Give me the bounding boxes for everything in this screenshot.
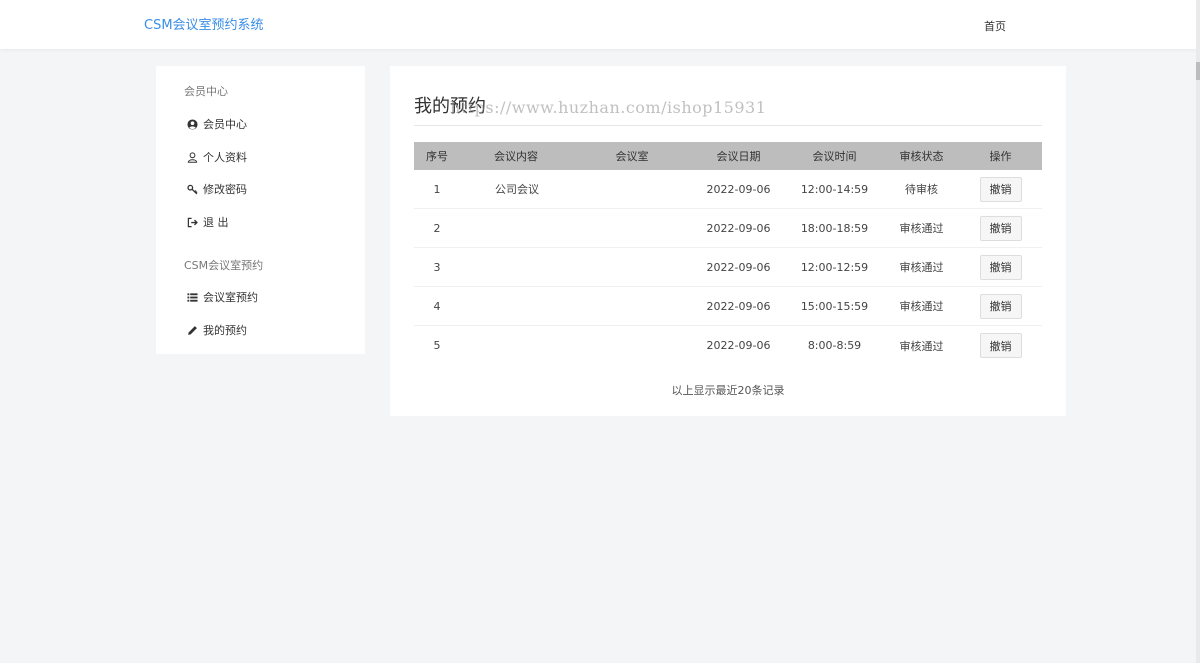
cell-time: 12:00-12:59 <box>800 260 869 274</box>
cell-action: 撤销 <box>959 333 1042 358</box>
sidebar-item-label: 修改密码 <box>203 183 247 196</box>
bookings-table: 序号 会议内容 会议室 会议日期 会议时间 审核状态 操作 1 公司会议 202… <box>414 142 1042 365</box>
column-header-time: 会议时间 <box>812 150 857 163</box>
column-header-date: 会议日期 <box>716 150 761 163</box>
cell-date: 2022-09-06 <box>706 260 771 274</box>
cell-seq: 2 <box>433 221 441 235</box>
table-row: 1 公司会议 2022-09-06 12:00-14:59 待审核 撤销 <box>414 170 1042 209</box>
sidebar-item-room-booking[interactable]: 会议室预约 <box>186 288 258 306</box>
column-header-action: 操作 <box>989 150 1012 163</box>
sidebar-group-title-member: 会员中心 <box>184 85 228 98</box>
sidebar: 会员中心 会员中心 个人资料 修改密码 退 出 CSM会议室预约 会议室预约 我… <box>156 66 365 354</box>
cancel-booking-button[interactable]: 撤销 <box>979 215 1022 241</box>
cell-action: 撤销 <box>959 176 1042 202</box>
cell-date: 2022-09-06 <box>706 299 771 313</box>
sidebar-item-my-bookings[interactable]: 我的预约 <box>186 321 247 339</box>
user-outline-icon <box>186 151 198 163</box>
main-panel: 我的预约 https://www.huzhan.com/ishop15931 序… <box>390 66 1066 416</box>
table-row: 4 2022-09-06 15:00-15:59 审核通过 撤销 <box>414 287 1042 326</box>
sidebar-item-change-password[interactable]: 修改密码 <box>186 180 247 198</box>
cell-seq: 5 <box>433 339 441 352</box>
sidebar-item-label: 我的预约 <box>203 324 247 337</box>
top-navbar: CSM会议室预约系统 首页 <box>0 0 1196 49</box>
sidebar-item-logout[interactable]: 退 出 <box>186 213 229 231</box>
table-row: 5 2022-09-06 8:00-8:59 审核通过 撤销 <box>414 326 1042 365</box>
records-footer-note: 以上显示最近20条记录 <box>671 384 785 397</box>
cell-time: 18:00-18:59 <box>800 221 869 235</box>
user-circle-icon <box>186 118 198 130</box>
cell-time: 15:00-15:59 <box>800 299 869 313</box>
key-icon <box>186 183 198 195</box>
brand-logo-link[interactable]: CSM会议室预约系统 <box>144 14 264 33</box>
cell-date: 2022-09-06 <box>706 339 771 352</box>
cell-status: 审核通过 <box>899 222 944 235</box>
table-row: 2 2022-09-06 18:00-18:59 审核通过 撤销 <box>414 209 1042 248</box>
sidebar-item-label: 会议室预约 <box>203 291 258 304</box>
page-scrollbar[interactable] <box>1196 0 1200 663</box>
nav-home-link[interactable]: 首页 <box>984 18 1006 34</box>
scrollbar-thumb[interactable] <box>1196 62 1200 80</box>
cancel-booking-button[interactable]: 撤销 <box>979 254 1022 280</box>
cancel-booking-button[interactable]: 撤销 <box>979 333 1022 358</box>
logout-icon <box>186 216 198 228</box>
cell-action: 撤销 <box>959 254 1042 280</box>
sidebar-item-label: 会员中心 <box>203 118 247 131</box>
sidebar-item-label: 个人资料 <box>203 151 247 164</box>
cancel-booking-button[interactable]: 撤销 <box>979 176 1022 202</box>
cell-date: 2022-09-06 <box>706 221 771 235</box>
sidebar-group-title-booking: CSM会议室预约 <box>184 259 264 272</box>
sidebar-item-profile[interactable]: 个人资料 <box>186 148 247 166</box>
sidebar-item-member-center[interactable]: 会员中心 <box>186 115 247 133</box>
column-header-seq: 序号 <box>426 150 448 163</box>
cell-seq: 1 <box>433 182 441 196</box>
cell-date: 2022-09-06 <box>706 182 771 196</box>
table-header-row: 序号 会议内容 会议室 会议日期 会议时间 审核状态 操作 <box>414 142 1042 170</box>
cell-status: 审核通过 <box>899 300 944 313</box>
cancel-booking-button[interactable]: 撤销 <box>979 293 1022 319</box>
cell-content: 公司会议 <box>495 183 539 196</box>
list-icon <box>186 291 198 303</box>
cell-status: 待审核 <box>905 183 938 196</box>
cell-status: 审核通过 <box>899 339 944 353</box>
table-row: 3 2022-09-06 12:00-12:59 审核通过 撤销 <box>414 248 1042 287</box>
cell-action: 撤销 <box>959 293 1042 319</box>
cell-action: 撤销 <box>959 215 1042 241</box>
cell-time: 12:00-14:59 <box>800 182 869 196</box>
cell-seq: 4 <box>433 299 441 313</box>
sidebar-item-label: 退 出 <box>203 216 229 229</box>
column-header-status: 审核状态 <box>899 150 944 163</box>
column-header-room: 会议室 <box>615 150 649 163</box>
title-divider <box>414 125 1042 126</box>
watermark-url: https://www.huzhan.com/ishop15931 <box>450 98 767 117</box>
column-header-content: 会议内容 <box>494 150 538 163</box>
pencil-icon <box>186 324 198 336</box>
cell-seq: 3 <box>433 260 441 274</box>
cell-time: 8:00-8:59 <box>807 339 862 352</box>
cell-status: 审核通过 <box>899 261 944 274</box>
